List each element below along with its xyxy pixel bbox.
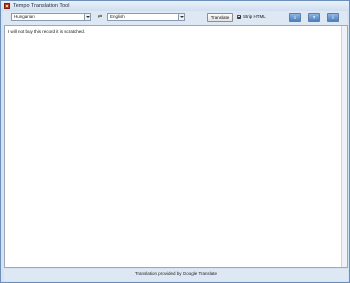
- target-language-select[interactable]: English: [107, 13, 185, 21]
- app-icon: [4, 3, 10, 9]
- swap-arrows-icon[interactable]: ⇄: [97, 13, 103, 21]
- title-bar: Tempo Translation Tool: [1, 1, 349, 11]
- strip-html-checkbox[interactable]: [237, 15, 241, 19]
- translate-button[interactable]: Translate: [207, 13, 233, 22]
- target-language-value: English: [110, 14, 125, 19]
- strip-html-label: Strip HTML: [243, 14, 266, 19]
- settings-icon: ≡: [293, 15, 297, 20]
- toolbar: Hungarian ⇄ English Translate Strip HTML…: [3, 11, 347, 25]
- window-title: Tempo Translation Tool: [13, 3, 70, 9]
- app-window: Tempo Translation Tool Hungarian ⇄ Engli…: [0, 0, 350, 283]
- info-button[interactable]: i: [327, 13, 339, 22]
- help-button[interactable]: ?: [308, 13, 320, 22]
- translation-output-pane[interactable]: I will not buy this record it is scratch…: [4, 25, 348, 268]
- chevron-down-icon[interactable]: [178, 14, 184, 20]
- source-language-value: Hungarian: [14, 14, 35, 19]
- source-language-select[interactable]: Hungarian: [11, 13, 91, 21]
- vertical-scrollbar[interactable]: [341, 26, 347, 267]
- settings-button[interactable]: ≡: [289, 13, 301, 22]
- status-bar: Translation provided by Google Translate: [4, 269, 348, 281]
- help-icon: ?: [312, 15, 316, 20]
- info-icon: i: [332, 15, 334, 20]
- chevron-down-icon[interactable]: [84, 14, 90, 20]
- translation-credit: Translation provided by Google Translate: [134, 271, 218, 276]
- translation-text: I will not buy this record it is scratch…: [8, 29, 86, 34]
